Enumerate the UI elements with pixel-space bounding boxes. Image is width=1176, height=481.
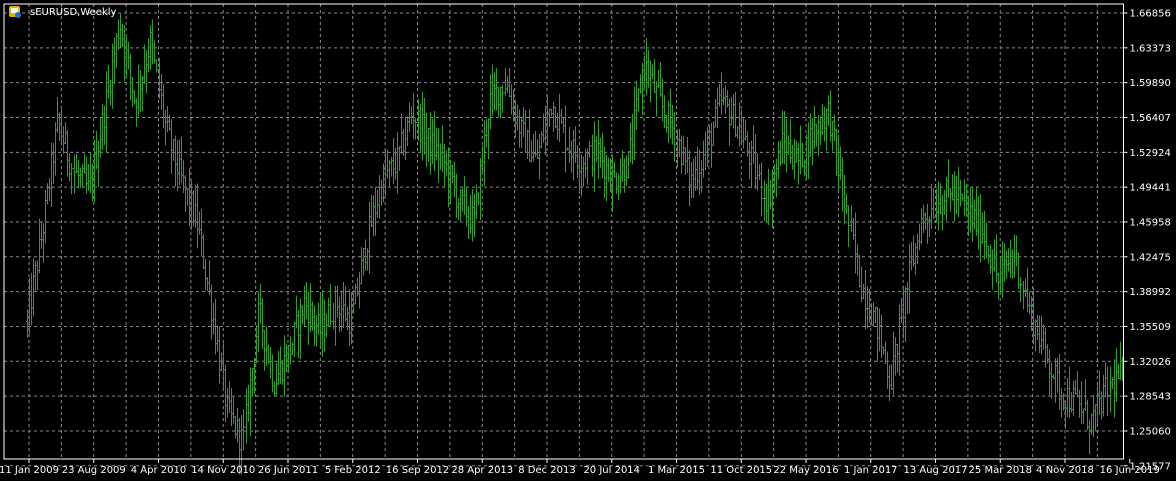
y-tick-label: 1.25060 <box>1130 426 1171 437</box>
chart-window-icon <box>9 6 21 18</box>
x-tick-label: 8 Dec 2013 <box>518 465 576 476</box>
x-tick-label: 1 Jan 2017 <box>844 465 898 476</box>
y-tick-label: 1.63373 <box>1130 43 1171 54</box>
x-tick-label: 11 Oct 2015 <box>710 465 772 476</box>
y-tick-label: 1.59890 <box>1130 78 1171 89</box>
y-tick-label: 1.56407 <box>1130 113 1171 124</box>
y-tick-label: 1.45958 <box>1130 217 1171 228</box>
x-tick-label: 5 Feb 2012 <box>325 465 381 476</box>
x-tick-label: 14 Nov 2010 <box>191 465 255 476</box>
y-tick-label: 1.28543 <box>1130 392 1171 403</box>
y-tick-label: 1.49441 <box>1130 183 1171 194</box>
x-tick-label: 23 Aug 2009 <box>62 465 126 476</box>
x-tick-label: 16 Sep 2012 <box>386 465 449 476</box>
x-tick-label: 25 Mar 2018 <box>969 465 1032 476</box>
x-tick-label: 4 Apr 2010 <box>131 465 186 476</box>
x-tick-label: 13 Aug 2017 <box>903 465 967 476</box>
window-title: sEURUSD,Weekly <box>30 7 117 18</box>
y-tick-label: 1.42475 <box>1130 252 1171 263</box>
y-tick-label: 1.38992 <box>1130 287 1171 298</box>
price-chart[interactable]: 1.66856 1.63373 1.59890 1.56407 1.52924 1.494… <box>0 0 1176 481</box>
chart-background <box>0 0 1176 481</box>
x-tick-label: 4 Nov 2018 <box>1036 465 1094 476</box>
x-tick-label: 1 Mar 2015 <box>648 465 705 476</box>
x-tick-label: 28 Apr 2013 <box>451 465 513 476</box>
x-tick-label: 16 Jun 2019 <box>1100 465 1160 476</box>
y-tick-label: 1.66856 <box>1130 9 1171 20</box>
x-tick-label: 26 Jun 2011 <box>258 465 318 476</box>
y-tick-label: 1.35509 <box>1130 322 1171 333</box>
x-tick-label: 11 Jan 2009 <box>0 465 59 476</box>
x-tick-label: 22 May 2016 <box>773 465 838 476</box>
y-tick-label: 1.52924 <box>1130 148 1171 159</box>
x-tick-label: 20 Jul 2014 <box>583 465 640 476</box>
y-tick-label: 1.32026 <box>1130 357 1171 368</box>
